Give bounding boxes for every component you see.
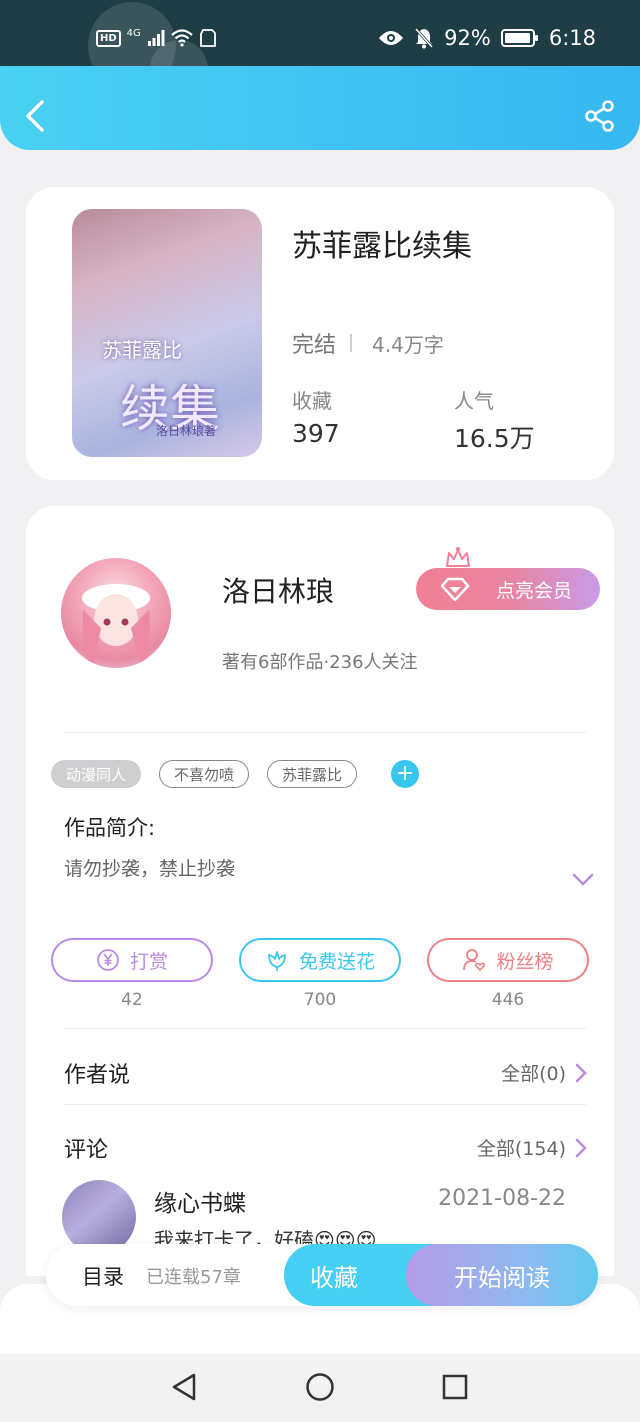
detail-card: 洛日林琅 著有6部作品·236人关注 点亮会员 动漫同人 不喜勿喷 苏菲露比 +… [26,506,614,1276]
system-nav-bar [0,1354,640,1422]
divider [64,1028,586,1029]
tip-button[interactable]: 打赏 [51,938,213,982]
home-circle-icon[interactable] [305,1372,335,1402]
fan-rank-count: 446 [491,990,525,1010]
tag[interactable]: 动漫同人 [51,760,142,788]
intro-text: 请勿抄袭，禁止抄袭 [64,858,236,880]
avatar-illustration [82,584,150,668]
status-right: 92% 6:18 [378,26,596,50]
tag[interactable]: 不喜勿喷 [159,760,250,788]
popularity-value: 16.5万 [454,424,535,453]
network-label: 4G [126,28,141,39]
vip-button-label: 点亮会员 [495,579,572,602]
word-count: 4.4万字 [372,332,444,357]
chevron-down-icon[interactable] [572,872,594,888]
add-tag-button[interactable]: + [391,760,420,788]
author-meta: 著有6部作品·236人关注 [222,652,418,673]
author-says-all: 全部(0) [501,1063,566,1085]
favorite-button-label: 收藏 [310,1263,358,1292]
cover-text-author: 洛日林琅著 [156,424,217,438]
back-triangle-icon[interactable] [170,1372,198,1402]
status-bar: HD 4G 92% 6:18 [0,0,640,98]
cover-text-top: 苏菲露比 [102,338,182,362]
start-reading-label: 开始阅读 [454,1263,550,1292]
book-info-card: 苏菲露比 续集 洛日林琅著 苏菲露比续集 完结 4.4万字 收藏 397 人气 … [26,187,614,480]
comment-date: 2021-08-22 [438,1186,566,1211]
favorites-value: 397 [292,419,340,448]
recent-square-icon[interactable] [442,1374,468,1400]
crown-icon [446,547,470,567]
fan-rank-button[interactable]: 粉丝榜 [427,938,589,982]
status-left: HD 4G [96,28,217,48]
intro-title: 作品简介: [64,816,156,840]
clock: 6:18 [548,26,596,50]
popularity-label: 人气 [454,389,494,413]
divider [64,1104,586,1105]
tip-count: 42 [121,990,143,1010]
commenter-avatar[interactable] [62,1180,136,1254]
battery-percent: 92% [444,26,491,50]
author-avatar[interactable] [61,558,171,668]
author-says-link[interactable]: 全部(0) [501,1059,588,1086]
divider [350,334,353,352]
serial-status: 已连载57章 [146,1267,241,1288]
wifi-icon [171,29,193,47]
hd-icon: HD [96,29,121,47]
comments-title: 评论 [64,1138,109,1163]
vip-button[interactable]: 点亮会员 [416,568,600,610]
comments-all: 全部(154) [476,1138,566,1160]
commenter-name[interactable]: 缘心书蝶 [154,1184,246,1218]
mute-bell-icon [415,28,434,49]
chevron-left-icon[interactable] [22,98,48,134]
chevron-right-icon [575,1063,587,1082]
toc-button[interactable]: 目录 [82,1261,124,1291]
flower-count: 700 [303,990,337,1010]
tip-label: 打赏 [129,950,168,973]
signal-icon [147,30,165,46]
flower-icon [268,951,286,971]
header-bar [0,66,640,150]
book-title: 苏菲露比续集 [292,229,472,264]
send-flower-button[interactable]: 免费送花 [239,938,401,982]
battery-icon [500,29,538,47]
book-status: 完结 [292,333,337,358]
start-reading-button[interactable]: 开始阅读 [406,1244,598,1306]
fan-rank-icon [463,949,486,972]
book-cover[interactable]: 苏菲露比 续集 洛日林琅著 [72,209,262,457]
chevron-right-icon [575,1138,587,1157]
yen-coin-icon [97,949,119,971]
share-icon[interactable] [584,100,616,132]
tag[interactable]: 苏菲露比 [267,760,358,788]
bottom-action-bar: 目录 已连载57章 收藏 开始阅读 [46,1244,598,1306]
comments-link[interactable]: 全部(154) [477,1134,588,1161]
author-name[interactable]: 洛日林琅 [222,570,334,610]
book-status-row: 完结 4.4万字 [292,327,444,359]
divider [64,732,586,733]
fan-rank-label: 粉丝榜 [496,950,554,973]
author-says-title: 作者说 [64,1063,131,1088]
send-flower-label: 免费送花 [298,950,375,973]
tag-list: 动漫同人 不喜勿喷 苏菲露比 + [51,760,420,788]
sim-icon [199,29,216,47]
diamond-icon [440,577,470,602]
eye-icon [379,31,404,45]
favorites-label: 收藏 [292,389,332,413]
